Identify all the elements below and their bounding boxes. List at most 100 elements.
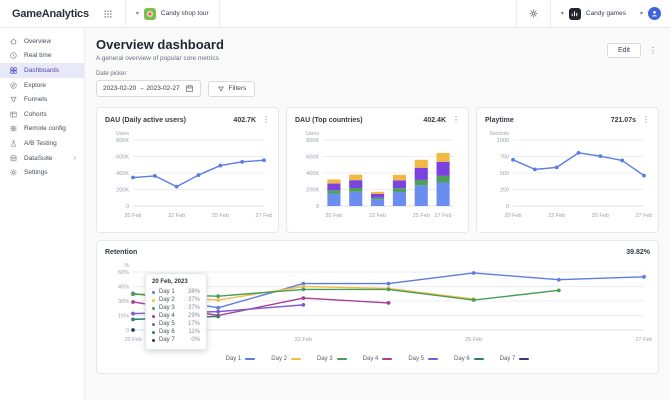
clock-icon [9, 51, 18, 60]
date-picker-label: Date picker [96, 71, 127, 77]
dau-line-chart[interactable]: Users800K 600K 400K 200K 0 20 Feb 22 Feb 25 Feb… [105, 128, 272, 228]
kebab-menu-icon[interactable]: ⋮ [262, 116, 270, 124]
tooltip-date: 20 Feb, 2023 [152, 279, 188, 285]
series-dot [152, 314, 155, 318]
home-icon [9, 37, 18, 46]
org-selector-label: Candy games [585, 10, 626, 17]
sidebar-item-real-time[interactable]: Real time [0, 49, 84, 64]
kebab-menu-icon[interactable]: ⋮ [649, 46, 657, 55]
series-dot [152, 322, 155, 326]
chevron-down-icon: ▾ [639, 11, 643, 17]
page-subtitle: A general overview of popular core metri… [96, 55, 219, 62]
sidebar-item-dashboards[interactable]: Dashboards [0, 63, 84, 78]
series-dot [152, 338, 155, 342]
kebab-menu-icon[interactable]: ⋮ [452, 116, 460, 124]
svg-text:750: 750 [500, 155, 509, 161]
page-title: Overview dashboard [96, 37, 224, 52]
svg-text:250: 250 [500, 188, 509, 194]
svg-text:1000: 1000 [497, 138, 509, 144]
tooltip-series-value: 38% [187, 289, 200, 295]
tooltip-series-value: 29% [187, 313, 200, 319]
tooltip-series-label: Day 4 [159, 313, 175, 319]
svg-text:%: % [125, 263, 130, 269]
svg-text:25 Feb: 25 Feb [592, 213, 609, 219]
tooltip-row: Day 5 17% [152, 320, 200, 328]
tooltip-row: Day 2 37% [152, 296, 200, 304]
svg-text:27 Feb: 27 Feb [635, 213, 652, 219]
legend-label: Day 2 [271, 356, 287, 362]
legend-item-day-7[interactable]: Day 7 [500, 356, 530, 362]
card-value: 402.4K [423, 116, 446, 124]
edit-button[interactable]: Edit [606, 43, 641, 58]
org-icon [568, 7, 581, 20]
legend-item-day-1[interactable]: Day 1 [226, 356, 256, 362]
tooltip-series-label: Day 7 [159, 337, 175, 343]
chevron-right-icon: › [73, 153, 76, 163]
settings-gear-icon[interactable] [517, 8, 550, 19]
sidebar-item-datasuite[interactable]: DataSuite › [0, 151, 84, 166]
filter-icon [217, 86, 224, 91]
card-value: 721.07s [610, 116, 636, 124]
sidebar: Overview Real time Dashboards Explore Funnel… [0, 28, 85, 400]
svg-text:45%: 45% [118, 285, 129, 291]
sidebar-item-funnels[interactable]: Funnels [0, 92, 84, 107]
legend-item-day-3[interactable]: Day 3 [317, 356, 347, 362]
svg-text:25 Feb: 25 Feb [212, 213, 229, 219]
series-dot [152, 290, 155, 294]
legend-item-day-5[interactable]: Day 5 [408, 356, 439, 362]
user-menu[interactable]: ▾ [636, 7, 670, 20]
chevron-down-icon: ▾ [560, 11, 564, 17]
sidebar-item-cohorts[interactable]: Cohorts [0, 107, 84, 122]
sidebar-item-remote-config[interactable]: Remote config [0, 122, 84, 137]
legend-item-day-4[interactable]: Day 4 [363, 356, 393, 362]
dau-countries-bar-chart[interactable]: Users800K 600K 400K 200K 0 20 Feb 22 Feb 25 Feb… [295, 128, 462, 228]
sidebar-item-settings[interactable]: Settings [0, 165, 84, 180]
svg-text:22 Feb: 22 Feb [369, 213, 386, 219]
flask-icon [9, 139, 18, 148]
tooltip-series-label: Day 3 [159, 305, 175, 311]
org-selector[interactable]: ▾ Candy games [551, 0, 636, 28]
sidebar-item-label: Settings [24, 169, 48, 177]
tooltip-series-value: 37% [187, 305, 200, 311]
legend-swatch [473, 357, 484, 361]
sidebar-item-explore[interactable]: Explore [0, 78, 84, 93]
svg-text:20 Feb: 20 Feb [504, 213, 521, 219]
playtime-line-chart[interactable]: Seconds1000 750 500 250 0 20 Feb 22 Feb 25 Feb 2… [485, 128, 652, 228]
svg-text:600K: 600K [116, 155, 129, 161]
main-content: Overview dashboard A general overview of… [85, 28, 670, 400]
card-playtime: Playtime 721.07s ⋮ Seconds 1000 750 500 250 0… [476, 107, 659, 233]
date-range-value: 2023-02-20 → 2023-02-27 [103, 85, 180, 92]
sidebar-item-a-b-testing[interactable]: A/B Testing [0, 136, 84, 151]
date-range-input[interactable]: 2023-02-20 → 2023-02-27 [96, 80, 201, 97]
apps-grid-icon[interactable] [103, 9, 113, 19]
sidebar-item-overview[interactable]: Overview [0, 34, 84, 49]
svg-text:60%: 60% [118, 270, 129, 276]
legend-swatch [290, 357, 301, 361]
svg-text:800K: 800K [306, 138, 319, 144]
svg-text:400K: 400K [116, 171, 129, 177]
tooltip-series-value: 17% [187, 321, 200, 327]
page-header: Overview dashboard A general overview of… [96, 37, 659, 62]
tooltip-series-label: Day 1 [159, 289, 175, 295]
filters-button[interactable]: Filters [207, 80, 256, 97]
tooltip-row: Day 6 11% [152, 328, 200, 336]
card-dau: DAU (Daily active users) 402.7K ⋮ Users 8… [96, 107, 279, 233]
kebab-menu-icon[interactable]: ⋮ [642, 116, 650, 124]
sidebar-item-label: Funnels [24, 96, 48, 104]
svg-text:Seconds: Seconds [490, 131, 510, 137]
calendar-icon [185, 84, 193, 92]
sidebar-item-label: DataSuite [24, 154, 53, 162]
svg-text:0: 0 [126, 204, 129, 210]
sidebar-item-label: Cohorts [24, 110, 47, 118]
topbar: GameAnalytics ▾ Candy shop tour ▾ Candy … [0, 0, 670, 28]
legend-item-day-2[interactable]: Day 2 [271, 356, 301, 362]
game-selector[interactable]: ▾ Candy shop tour [126, 0, 219, 28]
svg-text:Users: Users [306, 131, 320, 137]
card-dau-top-countries: DAU (Top countries) 402.4K ⋮ Users 800K 60… [286, 107, 469, 233]
legend-item-day-6[interactable]: Day 6 [454, 356, 484, 362]
legend-label: Day 3 [316, 356, 333, 362]
cohorts-icon [9, 110, 18, 119]
sidebar-item-label: Remote config [24, 125, 66, 133]
series-dot [152, 298, 155, 302]
tooltip-series-value: 11% [188, 329, 200, 335]
